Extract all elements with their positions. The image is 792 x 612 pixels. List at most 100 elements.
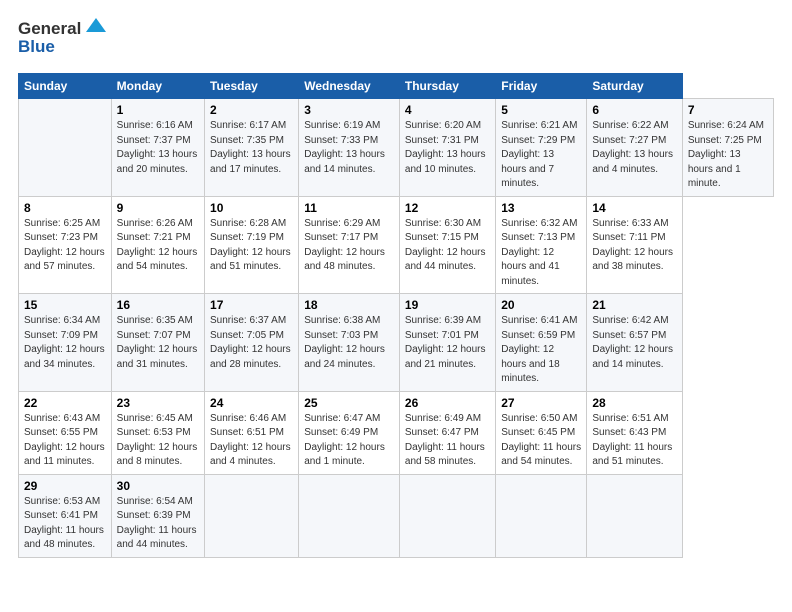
calendar-cell: 1 Sunrise: 6:16 AMSunset: 7:37 PMDaylight… — [111, 99, 204, 197]
day-number: 26 — [405, 396, 490, 410]
calendar-cell: 4Sunrise: 6:20 AMSunset: 7:31 PMDaylight… — [399, 99, 495, 197]
calendar-cell: 7Sunrise: 6:24 AMSunset: 7:25 PMDaylight… — [682, 99, 773, 197]
day-info: Sunrise: 6:45 AMSunset: 6:53 PMDaylight:… — [117, 412, 199, 470]
day-info: Sunrise: 6:34 AMSunset: 7:09 PMDaylight:… — [24, 314, 106, 372]
calendar-cell: 10 Sunrise: 6:28 AMSunset: 7:19 PMDayligh… — [205, 196, 299, 294]
calendar-cell: 27 Sunrise: 6:50 AMSunset: 6:45 PMDayligh… — [496, 391, 587, 474]
calendar-table: SundayMondayTuesdayWednesdayThursdayFrid… — [18, 73, 774, 558]
day-info: Sunrise: 6:50 AMSunset: 6:45 PMDaylight:… — [501, 412, 581, 470]
day-info: Sunrise: 6:47 AMSunset: 6:49 PMDaylight:… — [304, 412, 394, 470]
day-info: Sunrise: 6:16 AMSunset: 7:37 PMDaylight:… — [117, 119, 199, 177]
calendar-cell: 23 Sunrise: 6:45 AMSunset: 6:53 PMDayligh… — [111, 391, 204, 474]
calendar-cell — [587, 474, 682, 557]
day-number: 13 — [501, 201, 581, 215]
day-info: Sunrise: 6:35 AMSunset: 7:07 PMDaylight:… — [117, 314, 199, 372]
day-info: Sunrise: 6:21 AMSunset: 7:29 PMDaylight:… — [501, 119, 581, 192]
day-info: Sunrise: 6:53 AMSunset: 6:41 PMDaylight:… — [24, 495, 106, 553]
day-of-week-header: Thursday — [399, 74, 495, 99]
calendar-cell: 6 Sunrise: 6:22 AMSunset: 7:27 PMDaylight… — [587, 99, 682, 197]
day-of-week-header: Monday — [111, 74, 204, 99]
svg-text:Blue: Blue — [18, 37, 55, 56]
day-info: Sunrise: 6:19 AMSunset: 7:33 PMDaylight:… — [304, 119, 394, 177]
header: General Blue — [18, 16, 774, 63]
calendar-cell: 11 Sunrise: 6:29 AMSunset: 7:17 PMDayligh… — [299, 196, 400, 294]
calendar-cell — [496, 474, 587, 557]
calendar-cell: 30 Sunrise: 6:54 AMSunset: 6:39 PMDayligh… — [111, 474, 204, 557]
calendar-cell: 19Sunrise: 6:39 AMSunset: 7:01 PMDayligh… — [399, 294, 495, 392]
day-info: Sunrise: 6:54 AMSunset: 6:39 PMDaylight:… — [117, 495, 199, 553]
calendar-cell: 21 Sunrise: 6:42 AMSunset: 6:57 PMDayligh… — [587, 294, 682, 392]
calendar-cell: 2 Sunrise: 6:17 AMSunset: 7:35 PMDaylight… — [205, 99, 299, 197]
day-info: Sunrise: 6:37 AMSunset: 7:05 PMDaylight:… — [210, 314, 293, 372]
day-info: Sunrise: 6:25 AMSunset: 7:23 PMDaylight:… — [24, 217, 106, 275]
day-info: Sunrise: 6:39 AMSunset: 7:01 PMDaylight:… — [405, 314, 490, 372]
day-of-week-header: Sunday — [19, 74, 112, 99]
day-number: 5 — [501, 103, 581, 117]
day-number: 11 — [304, 201, 394, 215]
day-info: Sunrise: 6:30 AMSunset: 7:15 PMDaylight:… — [405, 217, 490, 275]
day-info: Sunrise: 6:42 AMSunset: 6:57 PMDaylight:… — [592, 314, 676, 372]
day-number: 14 — [592, 201, 676, 215]
calendar-week-row: 22 Sunrise: 6:43 AMSunset: 6:55 PMDayligh… — [19, 391, 774, 474]
day-info: Sunrise: 6:17 AMSunset: 7:35 PMDaylight:… — [210, 119, 293, 177]
day-number: 30 — [117, 479, 199, 493]
day-number: 10 — [210, 201, 293, 215]
day-number: 21 — [592, 298, 676, 312]
day-number: 20 — [501, 298, 581, 312]
calendar-cell: 24Sunrise: 6:46 AMSunset: 6:51 PMDayligh… — [205, 391, 299, 474]
day-number: 2 — [210, 103, 293, 117]
day-info: Sunrise: 6:32 AMSunset: 7:13 PMDaylight:… — [501, 217, 581, 290]
day-number: 25 — [304, 396, 394, 410]
calendar-body: 1 Sunrise: 6:16 AMSunset: 7:37 PMDaylight… — [19, 99, 774, 558]
day-number: 3 — [304, 103, 394, 117]
day-number: 18 — [304, 298, 394, 312]
day-number: 7 — [688, 103, 768, 117]
calendar-week-row: 15 Sunrise: 6:34 AMSunset: 7:09 PMDayligh… — [19, 294, 774, 392]
calendar-cell: 17 Sunrise: 6:37 AMSunset: 7:05 PMDayligh… — [205, 294, 299, 392]
calendar-week-row: 8Sunrise: 6:25 AMSunset: 7:23 PMDaylight… — [19, 196, 774, 294]
calendar-cell: 15 Sunrise: 6:34 AMSunset: 7:09 PMDayligh… — [19, 294, 112, 392]
day-number: 23 — [117, 396, 199, 410]
calendar-cell: 5 Sunrise: 6:21 AMSunset: 7:29 PMDaylight… — [496, 99, 587, 197]
day-info: Sunrise: 6:28 AMSunset: 7:19 PMDaylight:… — [210, 217, 293, 275]
day-info: Sunrise: 6:20 AMSunset: 7:31 PMDaylight:… — [405, 119, 490, 177]
logo-text: General Blue — [18, 16, 108, 63]
calendar-cell — [205, 474, 299, 557]
day-number: 12 — [405, 201, 490, 215]
page: General Blue SundayMondayTuesdayWednesda… — [0, 0, 792, 612]
day-number: 1 — [117, 103, 199, 117]
svg-text:General: General — [18, 19, 81, 38]
day-number: 15 — [24, 298, 106, 312]
calendar-cell — [299, 474, 400, 557]
day-info: Sunrise: 6:22 AMSunset: 7:27 PMDaylight:… — [592, 119, 676, 177]
calendar-cell: 26 Sunrise: 6:49 AMSunset: 6:47 PMDayligh… — [399, 391, 495, 474]
calendar-cell: 22 Sunrise: 6:43 AMSunset: 6:55 PMDayligh… — [19, 391, 112, 474]
day-of-week-header: Saturday — [587, 74, 682, 99]
calendar-cell: 13 Sunrise: 6:32 AMSunset: 7:13 PMDayligh… — [496, 196, 587, 294]
calendar-cell — [19, 99, 112, 197]
day-number: 29 — [24, 479, 106, 493]
day-info: Sunrise: 6:41 AMSunset: 6:59 PMDaylight:… — [501, 314, 581, 387]
calendar-week-row: 29 Sunrise: 6:53 AMSunset: 6:41 PMDayligh… — [19, 474, 774, 557]
day-number: 27 — [501, 396, 581, 410]
calendar-cell: 14 Sunrise: 6:33 AMSunset: 7:11 PMDayligh… — [587, 196, 682, 294]
calendar-cell — [399, 474, 495, 557]
day-number: 6 — [592, 103, 676, 117]
day-info: Sunrise: 6:46 AMSunset: 6:51 PMDaylight:… — [210, 412, 293, 470]
day-info: Sunrise: 6:43 AMSunset: 6:55 PMDaylight:… — [24, 412, 106, 470]
day-info: Sunrise: 6:49 AMSunset: 6:47 PMDaylight:… — [405, 412, 490, 470]
calendar-header-row: SundayMondayTuesdayWednesdayThursdayFrid… — [19, 74, 774, 99]
calendar-cell: 9 Sunrise: 6:26 AMSunset: 7:21 PMDaylight… — [111, 196, 204, 294]
day-of-week-header: Wednesday — [299, 74, 400, 99]
calendar-cell: 29 Sunrise: 6:53 AMSunset: 6:41 PMDayligh… — [19, 474, 112, 557]
logo: General Blue — [18, 16, 108, 63]
day-number: 17 — [210, 298, 293, 312]
day-number: 9 — [117, 201, 199, 215]
day-info: Sunrise: 6:26 AMSunset: 7:21 PMDaylight:… — [117, 217, 199, 275]
day-info: Sunrise: 6:38 AMSunset: 7:03 PMDaylight:… — [304, 314, 394, 372]
day-of-week-header: Tuesday — [205, 74, 299, 99]
calendar-cell: 16Sunrise: 6:35 AMSunset: 7:07 PMDayligh… — [111, 294, 204, 392]
day-info: Sunrise: 6:29 AMSunset: 7:17 PMDaylight:… — [304, 217, 394, 275]
day-number: 22 — [24, 396, 106, 410]
day-info: Sunrise: 6:33 AMSunset: 7:11 PMDaylight:… — [592, 217, 676, 275]
